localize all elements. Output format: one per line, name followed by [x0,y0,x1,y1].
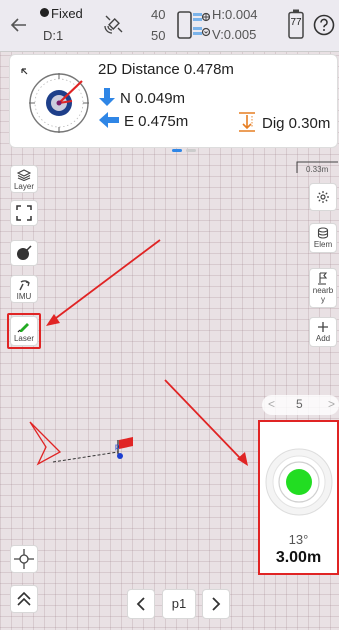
fix-dot-icon [40,8,49,17]
annotation-arrow-panel-head [237,452,248,466]
target-distance: 3.00m [275,549,322,566]
fullscreen-icon [16,205,32,221]
add-label: Add [315,334,331,343]
distance-2d: 2D Distance 0.478m [98,61,234,78]
arrow-left-icon [99,112,119,128]
nearby-button[interactable]: nearb y [309,268,337,308]
database-icon [317,227,329,239]
bearing-line [52,451,119,463]
satellite-icon [104,15,123,34]
crosshair-icon [14,549,34,569]
double-chevron-up-icon [17,591,31,606]
nearby-flag-icon [318,272,328,285]
card-pager [172,139,200,157]
layer-button[interactable]: Layer [10,165,38,193]
expand-up-button[interactable] [10,585,38,613]
chevron-right-icon [212,597,221,611]
east-offset: E 0.475m [98,111,188,130]
annotation-arrow-laser [55,239,161,319]
locate-button[interactable] [10,545,38,573]
battery-level: 77 [290,17,302,28]
stake-prev-button[interactable]: < [268,397,275,411]
page-dot-active[interactable] [172,149,182,152]
page-selector[interactable]: p1 [162,589,196,619]
differential-age: D:1 [43,28,64,43]
receiver-link-icon [177,11,210,39]
imu-button[interactable]: IMU [10,275,38,303]
fullscreen-button[interactable] [10,200,38,226]
stakeout-target-panel: 13° 3.00m [258,420,339,575]
stakeout-info-card: 2D Distance 0.478m N 0.049m E 0.475m Dig… [9,54,338,152]
point-label: p [115,442,120,451]
position-arrow-icon [29,421,62,466]
annotation-arrow-panel [164,379,241,459]
imu-label: IMU [16,292,32,301]
elem-button[interactable]: Elem [309,223,337,253]
arrow-down-icon [99,88,115,106]
stake-index: 5 [296,397,303,411]
satellites-used: 40 [151,7,166,22]
layers-icon [17,169,31,181]
north-offset: N 0.049m [98,87,185,107]
settings-button[interactable] [309,183,337,211]
target-point[interactable] [117,453,123,459]
chevron-left-icon [136,597,145,611]
satellites-visible: 50 [151,28,166,43]
prev-page-button[interactable] [127,589,155,619]
horizontal-precision: H:0.004 [212,7,258,22]
gear-icon [317,191,329,203]
target-flag-cloth [119,437,133,449]
dig-depth: Dig 0.30m [238,112,330,132]
fix-status: Fixed [40,6,83,21]
laser-highlight-box [7,313,41,349]
plus-icon [318,322,328,332]
target-indicator-icon [265,448,333,516]
next-page-button[interactable] [202,589,230,619]
scale-label: 0.33m [306,165,329,174]
layer-label: Layer [13,182,34,191]
back-arrow-icon[interactable] [10,16,28,34]
dig-icon [239,112,255,132]
stake-next-button[interactable]: > [328,397,335,411]
point-target-icon [17,245,32,260]
vertical-precision: V:0.005 [212,27,257,42]
status-bar: Fixed D:1 40 50 H:0.004 V:0.005 77 [0,0,339,52]
target-angle: 13° [288,532,309,547]
annotation-arrow-laser-head [46,314,60,326]
target-point-button[interactable] [10,240,38,266]
page-dot[interactable] [186,149,196,152]
add-button[interactable]: Add [309,317,337,347]
imu-icon [19,280,30,291]
compass-icon [21,68,89,133]
nearby-label: nearb y [312,286,334,304]
stake-pager: < 5 > [262,395,339,415]
help-icon[interactable] [313,14,335,36]
elem-label: Elem [313,240,333,249]
